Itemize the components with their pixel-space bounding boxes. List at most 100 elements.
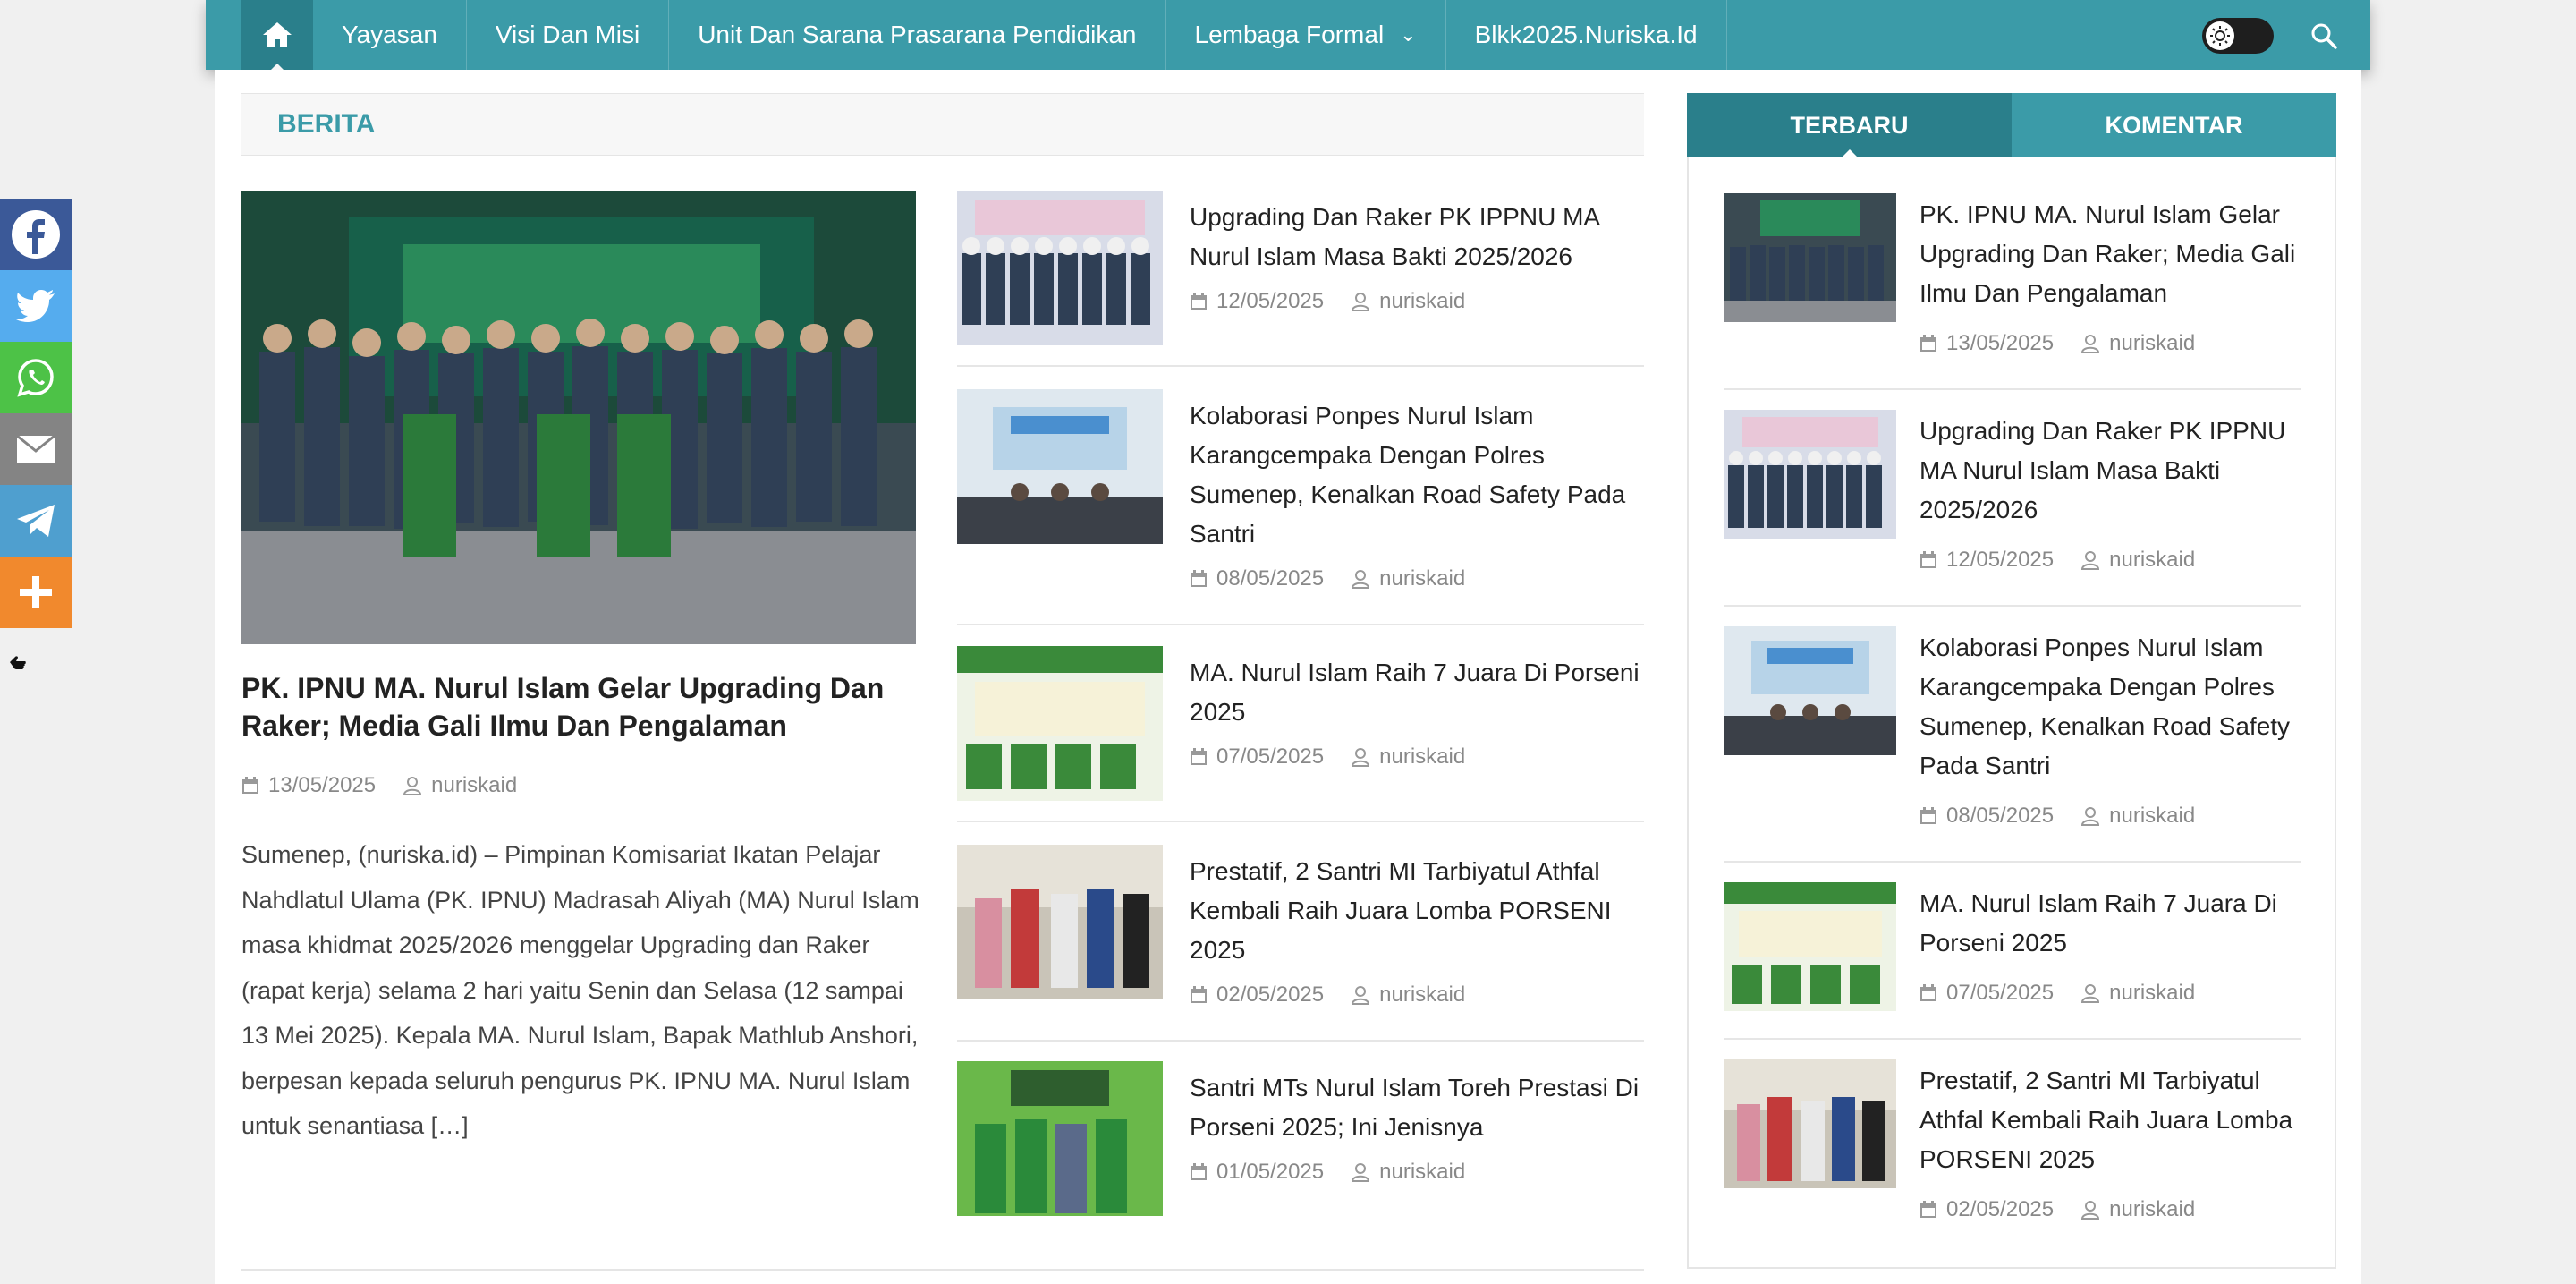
home-button[interactable] <box>242 0 313 71</box>
post-title[interactable]: Kolaborasi Ponpes Nurul Islam Karangcemp… <box>1190 396 1646 554</box>
facebook-icon <box>12 210 60 259</box>
sidebar-tabs: TERBARU KOMENTAR <box>1687 93 2336 157</box>
share-telegram-button[interactable] <box>0 485 72 557</box>
post-author[interactable]: nuriskaid <box>1351 982 1465 1008</box>
featured-post-title[interactable]: PK. IPNU MA. Nurul Islam Gelar Upgrading… <box>242 669 916 744</box>
share-twitter-button[interactable] <box>0 270 72 342</box>
post-meta: 13/05/2025 nuriskaid <box>1919 331 2195 356</box>
twitter-icon <box>16 290 55 322</box>
user-icon <box>1351 292 1370 311</box>
post-meta: 02/05/2025 nuriskaid <box>1919 1197 2195 1222</box>
content-container: BERITA PK. IPNU MA. Nurul Islam Gelar Up… <box>215 70 2361 1284</box>
post-meta: 08/05/2025 nuriskaid <box>1919 804 2195 829</box>
post-thumbnail[interactable] <box>1724 1059 1896 1188</box>
share-bar <box>0 199 72 628</box>
sidebar-post-item[interactable]: Kolaborasi Ponpes Nurul Islam Karangcemp… <box>1724 626 2301 863</box>
nav-item-visi-misi[interactable]: Visi Dan Misi <box>467 0 670 70</box>
sidebar-widget: TERBARU KOMENTAR PK. IPNU MA. Nurul Isla… <box>1687 93 2336 1269</box>
post-date[interactable]: 02/05/2025 <box>1216 982 1324 1008</box>
list-item[interactable]: Kolaborasi Ponpes Nurul Islam Karangcemp… <box>957 389 1644 625</box>
calendar-icon <box>1190 748 1208 766</box>
chevron-down-icon: ⌄ <box>1400 23 1417 46</box>
post-title[interactable]: Upgrading Dan Raker PK IPPNU MA Nurul Is… <box>1919 412 2304 530</box>
post-date[interactable]: 07/05/2025 <box>1216 744 1324 770</box>
post-date[interactable]: 13/05/2025 <box>268 773 376 798</box>
share-facebook-button[interactable] <box>0 199 72 270</box>
nav-item-unit-sarana[interactable]: Unit Dan Sarana Prasarana Pendidikan <box>669 0 1166 70</box>
calendar-icon <box>1919 807 1937 825</box>
list-item[interactable]: Prestatif, 2 Santri MI Tarbiyatul Athfal… <box>957 845 1644 1042</box>
post-title[interactable]: Kolaborasi Ponpes Nurul Islam Karangcemp… <box>1919 628 2304 786</box>
post-thumbnail[interactable] <box>957 191 1163 345</box>
calendar-icon <box>1190 1163 1208 1181</box>
share-whatsapp-button[interactable] <box>0 342 72 413</box>
post-thumbnail[interactable] <box>957 845 1163 999</box>
post-thumbnail[interactable] <box>1724 193 1896 322</box>
telegram-icon <box>17 505 55 537</box>
tab-komentar[interactable]: KOMENTAR <box>2012 93 2336 157</box>
post-author[interactable]: nuriskaid <box>2080 981 2195 1006</box>
post-title[interactable]: Santri MTs Nurul Islam Toreh Prestasi Di… <box>1190 1068 1646 1147</box>
post-date[interactable]: 08/05/2025 <box>1946 804 2054 829</box>
post-title[interactable]: MA. Nurul Islam Raih 7 Juara Di Porseni … <box>1919 884 2304 963</box>
featured-post-meta: 13/05/2025 nuriskaid <box>242 773 517 798</box>
calendar-icon <box>1190 986 1208 1004</box>
sidebar-post-item[interactable]: MA. Nurul Islam Raih 7 Juara Di Porseni … <box>1724 882 2301 1040</box>
post-author[interactable]: nuriskaid <box>1351 566 1465 591</box>
user-icon <box>2080 550 2100 570</box>
post-title[interactable]: Upgrading Dan Raker PK IPPNU MA Nurul Is… <box>1190 198 1646 276</box>
post-author[interactable]: nuriskaid <box>1351 1160 1465 1185</box>
post-title[interactable]: PK. IPNU MA. Nurul Islam Gelar Upgrading… <box>1919 195 2304 313</box>
nav-item-blkk[interactable]: Blkk2025.Nuriska.Id <box>1446 0 1727 70</box>
post-author[interactable]: nuriskaid <box>1351 289 1465 314</box>
post-author[interactable]: nuriskaid <box>2080 548 2195 573</box>
search-button[interactable] <box>2306 18 2342 54</box>
list-item[interactable]: Upgrading Dan Raker PK IPPNU MA Nurul Is… <box>957 191 1644 367</box>
post-thumbnail[interactable] <box>957 389 1163 544</box>
user-icon <box>2080 1200 2100 1220</box>
sidebar-post-item[interactable]: PK. IPNU MA. Nurul Islam Gelar Upgrading… <box>1724 193 2301 390</box>
nav-item-lembaga-formal[interactable]: Lembaga Formal ⌄ <box>1166 0 1446 70</box>
post-author[interactable]: nuriskaid <box>2080 804 2195 829</box>
post-meta: 02/05/2025 nuriskaid <box>1190 982 1465 1008</box>
post-date[interactable]: 12/05/2025 <box>1216 289 1324 314</box>
post-meta: 01/05/2025 nuriskaid <box>1190 1160 1465 1185</box>
calendar-icon <box>242 777 259 795</box>
post-title[interactable]: MA. Nurul Islam Raih 7 Juara Di Porseni … <box>1190 653 1646 732</box>
share-email-button[interactable] <box>0 413 72 485</box>
calendar-icon <box>1919 335 1937 353</box>
post-thumbnail[interactable] <box>1724 626 1896 755</box>
post-title[interactable]: Prestatif, 2 Santri MI Tarbiyatul Athfal… <box>1919 1061 2304 1179</box>
list-item[interactable]: MA. Nurul Islam Raih 7 Juara Di Porseni … <box>957 646 1644 822</box>
post-date[interactable]: 07/05/2025 <box>1946 981 2054 1006</box>
tab-terbaru[interactable]: TERBARU <box>1687 93 2012 157</box>
post-thumbnail[interactable] <box>957 1061 1163 1216</box>
featured-post-image[interactable] <box>242 191 916 644</box>
post-thumbnail[interactable] <box>1724 882 1896 1011</box>
post-date[interactable]: 08/05/2025 <box>1216 566 1324 591</box>
calendar-icon <box>1919 1201 1937 1219</box>
whatsapp-icon <box>17 359 54 397</box>
post-meta: 07/05/2025 nuriskaid <box>1919 981 2195 1006</box>
post-author[interactable]: nuriskaid <box>2080 1197 2195 1222</box>
hide-share-button[interactable] <box>7 651 29 673</box>
sidebar-post-item[interactable]: Upgrading Dan Raker PK IPPNU MA Nurul Is… <box>1724 410 2301 607</box>
post-author[interactable]: nuriskaid <box>1351 744 1465 770</box>
featured-post-excerpt: Sumenep, (nuriska.id) – Pimpinan Komisar… <box>242 841 919 1139</box>
share-more-button[interactable] <box>0 557 72 628</box>
post-thumbnail[interactable] <box>1724 410 1896 539</box>
post-date[interactable]: 02/05/2025 <box>1946 1197 2054 1222</box>
nav-item-yayasan[interactable]: Yayasan <box>313 0 467 70</box>
user-icon <box>1351 747 1370 767</box>
post-date[interactable]: 13/05/2025 <box>1946 331 2054 356</box>
post-date[interactable]: 12/05/2025 <box>1946 548 2054 573</box>
post-author[interactable]: nuriskaid <box>402 773 517 798</box>
theme-toggle[interactable] <box>2202 18 2274 54</box>
list-item[interactable]: Santri MTs Nurul Islam Toreh Prestasi Di… <box>957 1061 1644 1217</box>
post-date[interactable]: 01/05/2025 <box>1216 1160 1324 1185</box>
post-thumbnail[interactable] <box>957 646 1163 801</box>
post-author[interactable]: nuriskaid <box>2080 331 2195 356</box>
sidebar-post-item[interactable]: Prestatif, 2 Santri MI Tarbiyatul Athfal… <box>1724 1059 2301 1247</box>
post-title[interactable]: Prestatif, 2 Santri MI Tarbiyatul Athfal… <box>1190 852 1646 970</box>
post-meta: 08/05/2025 nuriskaid <box>1190 566 1465 591</box>
